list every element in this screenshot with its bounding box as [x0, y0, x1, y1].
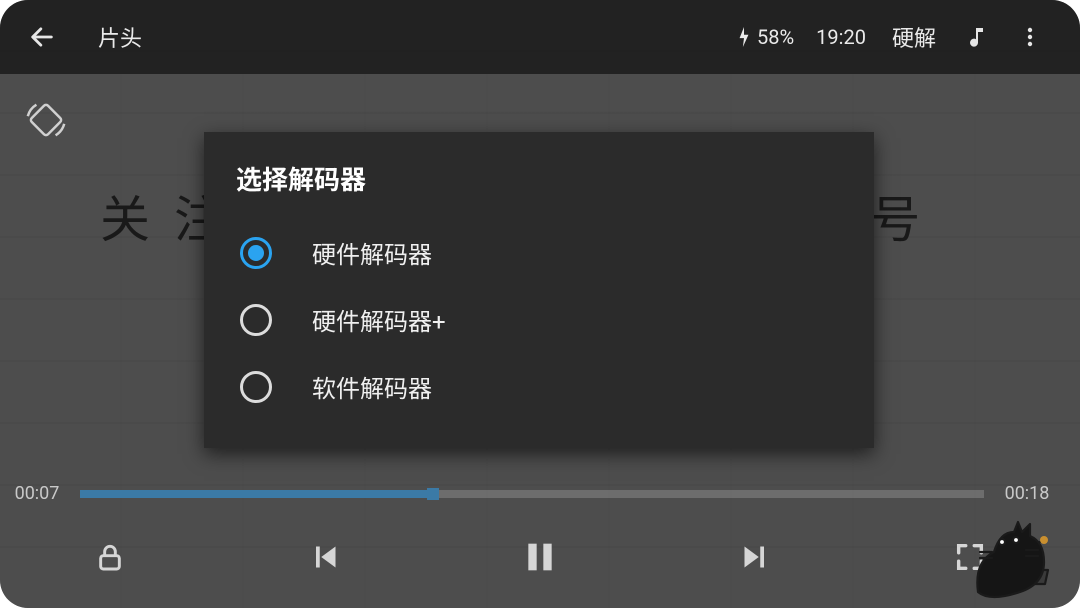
rotate-icon [23, 97, 69, 143]
radio-icon [240, 371, 272, 403]
decoder-option-hw[interactable]: 硬件解码器 [236, 219, 842, 286]
lock-button[interactable] [82, 529, 138, 585]
option-label: 软件解码器 [312, 369, 432, 404]
decoder-dialog: 选择解码器 硬件解码器 硬件解码器+ 软件解码器 [204, 132, 874, 448]
decoder-mode-button[interactable]: 硬解 [892, 21, 936, 53]
battery-status: 58% [737, 25, 794, 49]
cat-plant-icon [960, 500, 1070, 600]
progress-row: 00:07 00:18 [0, 483, 1080, 504]
clock: 19:20 [816, 25, 866, 49]
rotate-screen-button[interactable] [18, 92, 74, 148]
skip-previous-icon [307, 539, 343, 575]
charging-icon [737, 27, 751, 47]
pause-icon [520, 537, 560, 577]
previous-button[interactable] [297, 529, 353, 585]
back-arrow-icon [28, 23, 56, 51]
decoder-option-sw[interactable]: 软件解码器 [236, 353, 842, 420]
top-bar: 片头 58% 19:20 硬解 [0, 0, 1080, 74]
seek-bar[interactable] [80, 490, 984, 498]
back-button[interactable] [20, 15, 64, 59]
option-label: 硬件解码器 [312, 235, 432, 270]
lock-icon [94, 541, 126, 573]
video-title: 片头 [98, 21, 142, 53]
option-label: 硬件解码器+ [312, 302, 446, 337]
audio-track-button[interactable] [956, 15, 1000, 59]
player-screen: 关注13号信箱微信公众号 更多好玩的软件 片头 58% 19:20 硬解 [0, 0, 1080, 608]
radio-icon [240, 237, 272, 269]
seek-thumb[interactable] [427, 488, 439, 500]
dialog-title: 选择解码器 [236, 160, 842, 197]
mascot-decoration [960, 500, 1070, 600]
transport-controls [0, 512, 1080, 602]
battery-pct: 58% [757, 25, 794, 49]
more-vertical-icon [1018, 25, 1042, 49]
play-pause-button[interactable] [512, 529, 568, 585]
seek-fill [80, 490, 433, 498]
radio-icon [240, 304, 272, 336]
decoder-option-hw-plus[interactable]: 硬件解码器+ [236, 286, 842, 353]
time-current: 00:07 [8, 483, 66, 504]
overflow-menu-button[interactable] [1008, 15, 1052, 59]
music-note-icon [966, 25, 990, 49]
skip-next-icon [737, 539, 773, 575]
next-button[interactable] [727, 529, 783, 585]
